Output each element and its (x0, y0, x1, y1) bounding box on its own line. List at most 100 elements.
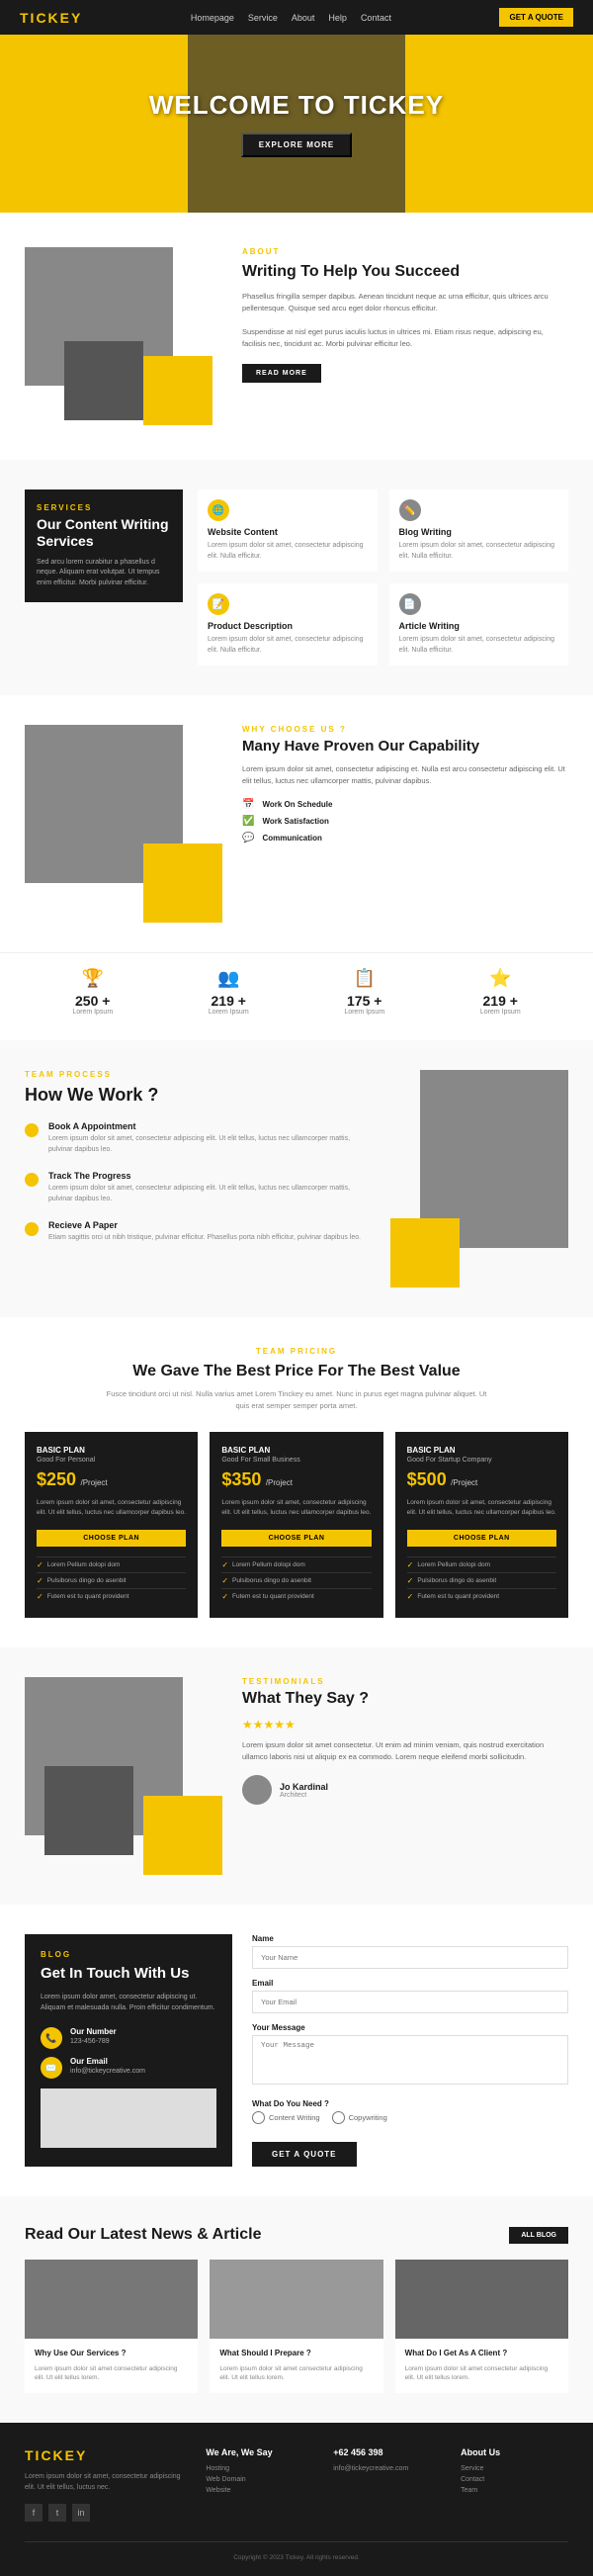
services-right: 🌐 Website Content Lorem ipsum dolor sit … (198, 489, 568, 666)
footer-col-0-item-0[interactable]: Hosting (206, 2465, 313, 2472)
testi-image-small (44, 1766, 133, 1855)
service-card-product: 📝 Product Description Lorem ipsum dolor … (198, 583, 378, 666)
nav-link-homepage[interactable]: Homepage (191, 13, 234, 23)
stat-0: 🏆 250 + Lorem Ipsum (72, 968, 113, 1016)
footer-grid: TICKEY Lorem ipsum dolor sit amet, conse… (25, 2447, 568, 2521)
about-image-column (25, 247, 222, 425)
service-card-article: 📄 Article Writing Lorem ipsum dolor sit … (389, 583, 569, 666)
blog-card-2: What Do I Get As A Client ? Lorem ipsum … (395, 2260, 568, 2393)
capability-section: WHY CHOOSE US ? Many Have Proven Our Cap… (0, 695, 593, 952)
testi-label: TESTIMONIALS (242, 1677, 568, 1686)
blog-card-1: What Should I Prepare ? Lorem ipsum dolo… (210, 2260, 382, 2393)
step-1-title: Track The Progress (48, 1171, 371, 1181)
services-desc: Sed arcu lorem curabitur a phasellus d n… (37, 558, 171, 589)
contact-section: BLOG Get In Touch With Us Lorem ipsum do… (0, 1905, 593, 2196)
footer-col-2-title: About Us (461, 2447, 568, 2457)
article-desc: Lorem ipsum dolor sit amet, consectetur … (399, 635, 559, 656)
testi-image-col (25, 1677, 222, 1875)
plan-0-feature-0: ✓Lorem Pellum dolopi dom (37, 1556, 186, 1572)
hero-title: WELCOME TO TICKEY (149, 90, 444, 121)
all-blog-button[interactable]: ALL BLOG (509, 2227, 568, 2244)
name-input[interactable] (252, 1946, 568, 1969)
cap-feature-satisfaction: ✅ Work Satisfaction (242, 816, 568, 827)
testimonials-section: TESTIMONIALS What They Say ? ★★★★★ Lorem… (0, 1647, 593, 1905)
footer-col-2-item-2[interactable]: Team (461, 2487, 568, 2494)
plan-1-feature-2: ✓Futem est tu quant provident (221, 1588, 371, 1604)
website-icon: 🌐 (208, 499, 229, 521)
form-email-field: Email (252, 1979, 568, 2013)
plan-2-choose-btn[interactable]: CHOOSE PLAN (407, 1530, 556, 1547)
cap-feature-satisfaction-label: Work Satisfaction (262, 817, 328, 826)
nav-link-help[interactable]: Help (328, 13, 347, 23)
plan-1-price: $350 /Project (221, 1469, 371, 1490)
plan-2-period: /Project (451, 1478, 477, 1487)
nav-cta-button[interactable]: GET A QUOTE (499, 8, 573, 27)
nav-link-service[interactable]: Service (248, 13, 278, 23)
stat-0-number: 250 + (72, 993, 113, 1009)
plan-0-features: ✓Lorem Pellum dolopi dom ✓Pulsiborus din… (37, 1556, 186, 1604)
about-text-1: Phasellus fringilla semper dapibus. Aene… (242, 291, 568, 314)
footer-col-1: +62 456 398 info@tickeycreative.com (333, 2447, 441, 2521)
blog-post-desc-0: Lorem ipsum dolor sit amet consectetur a… (35, 2364, 188, 2384)
form-need-label: What Do You Need ? (252, 2099, 568, 2108)
service-card-website: 🌐 Website Content Lorem ipsum dolor sit … (198, 489, 378, 572)
form-name-label: Name (252, 1934, 568, 1943)
blog-post-title-0: Why Use Our Services ? (35, 2349, 188, 2358)
radio-content-writing[interactable]: Content Writing (252, 2111, 320, 2124)
nav-links: Homepage Service About Help Contact (191, 13, 391, 23)
plan-2-feature-1: ✓Pulsiborus dingo do asenbit (407, 1572, 556, 1588)
footer-col-2-item-0[interactable]: Service (461, 2465, 568, 2472)
testi-name: Jo Kardinal (280, 1782, 328, 1792)
nav-logo: TICKEY (20, 10, 82, 26)
cap-desc: Lorem ipsum dolor sit amet, consectetur … (242, 763, 568, 787)
contact-info: 📞 Our Number 123-456-789 ✉️ Our Email in… (41, 2027, 216, 2079)
plan-0-type: Good For Personal (37, 1457, 186, 1464)
cap-image-col (25, 725, 222, 923)
plan-1-name: Basic Plan (221, 1446, 371, 1455)
plan-0-amount: $250 (37, 1469, 76, 1489)
social-instagram-icon[interactable]: in (72, 2504, 90, 2522)
plan-0-feature-1: ✓Pulsiborus dingo do asenbit (37, 1572, 186, 1588)
get-quote-button[interactable]: GET A QUOTE (252, 2142, 357, 2167)
website-name: Website Content (208, 527, 368, 537)
about-title: Writing To Help You Succeed (242, 262, 568, 281)
email-value: info@tickeycreative.com (70, 2068, 145, 2075)
explore-button[interactable]: EXPLORE MORE (241, 133, 352, 157)
step-0: Book A Appointment Lorem ipsum dolor sit… (25, 1121, 371, 1155)
footer-col-1-item-0[interactable]: info@tickeycreative.com (333, 2465, 441, 2472)
services-grid: SERVICES Our Content Writing Services Se… (25, 489, 568, 666)
nav-link-contact[interactable]: Contact (361, 13, 391, 23)
plan-1-choose-btn[interactable]: CHOOSE PLAN (221, 1530, 371, 1547)
step-2: Recieve A Paper Etiam sagittis orci ut n… (25, 1220, 371, 1244)
email-input[interactable] (252, 1991, 568, 2013)
social-facebook-icon[interactable]: f (25, 2504, 42, 2522)
pricing-card-2: Basic Plan Good For Startup Company $500… (395, 1432, 568, 1619)
pricing-card-0: Basic Plan Good For Personal $250 /Proje… (25, 1432, 198, 1619)
radio-copywriting[interactable]: Copywriting (332, 2111, 387, 2124)
message-input[interactable] (252, 2035, 568, 2085)
social-twitter-icon[interactable]: t (48, 2504, 66, 2522)
plan-2-name: Basic Plan (407, 1446, 556, 1455)
contact-desc: Lorem ipsum dolor amet, consectetur adip… (41, 1993, 216, 2013)
plan-2-feature-2: ✓Futem est tu quant provident (407, 1588, 556, 1604)
map-placeholder (41, 2088, 216, 2148)
hero-section: WELCOME TO TICKEY EXPLORE MORE (0, 35, 593, 213)
blog-desc: Lorem ipsum dolor sit amet, consectetur … (399, 541, 559, 562)
plan-0-choose-btn[interactable]: CHOOSE PLAN (37, 1530, 186, 1547)
testi-avatar (242, 1775, 272, 1805)
blog-cards: Why Use Our Services ? Lorem ipsum dolor… (25, 2260, 568, 2393)
plan-1-feature-1: ✓Pulsiborus dingo do asenbit (221, 1572, 371, 1588)
stat-2-label: Lorem Ipsum (344, 1009, 384, 1016)
footer-col-0-item-2[interactable]: Website (206, 2487, 313, 2494)
blog-post-desc-2: Lorem ipsum dolor sit amet consectetur a… (405, 2364, 558, 2384)
stat-2: 📋 175 + Lorem Ipsum (344, 968, 384, 1016)
footer-col-2-item-1[interactable]: Contact (461, 2476, 568, 2483)
step-1-dot (25, 1173, 39, 1187)
footer-col-0-item-1[interactable]: Web Domain (206, 2476, 313, 2483)
contact-right: Name Email Your Message What Do You Need… (252, 1934, 568, 2167)
testi-content: TESTIMONIALS What They Say ? ★★★★★ Lorem… (242, 1677, 568, 1875)
read-more-button[interactable]: READ MORE (242, 364, 321, 383)
pricing-label: TEAM PRICING (25, 1347, 568, 1356)
nav-link-about[interactable]: About (292, 13, 315, 23)
blog-content-0: Why Use Our Services ? Lorem ipsum dolor… (25, 2339, 198, 2393)
